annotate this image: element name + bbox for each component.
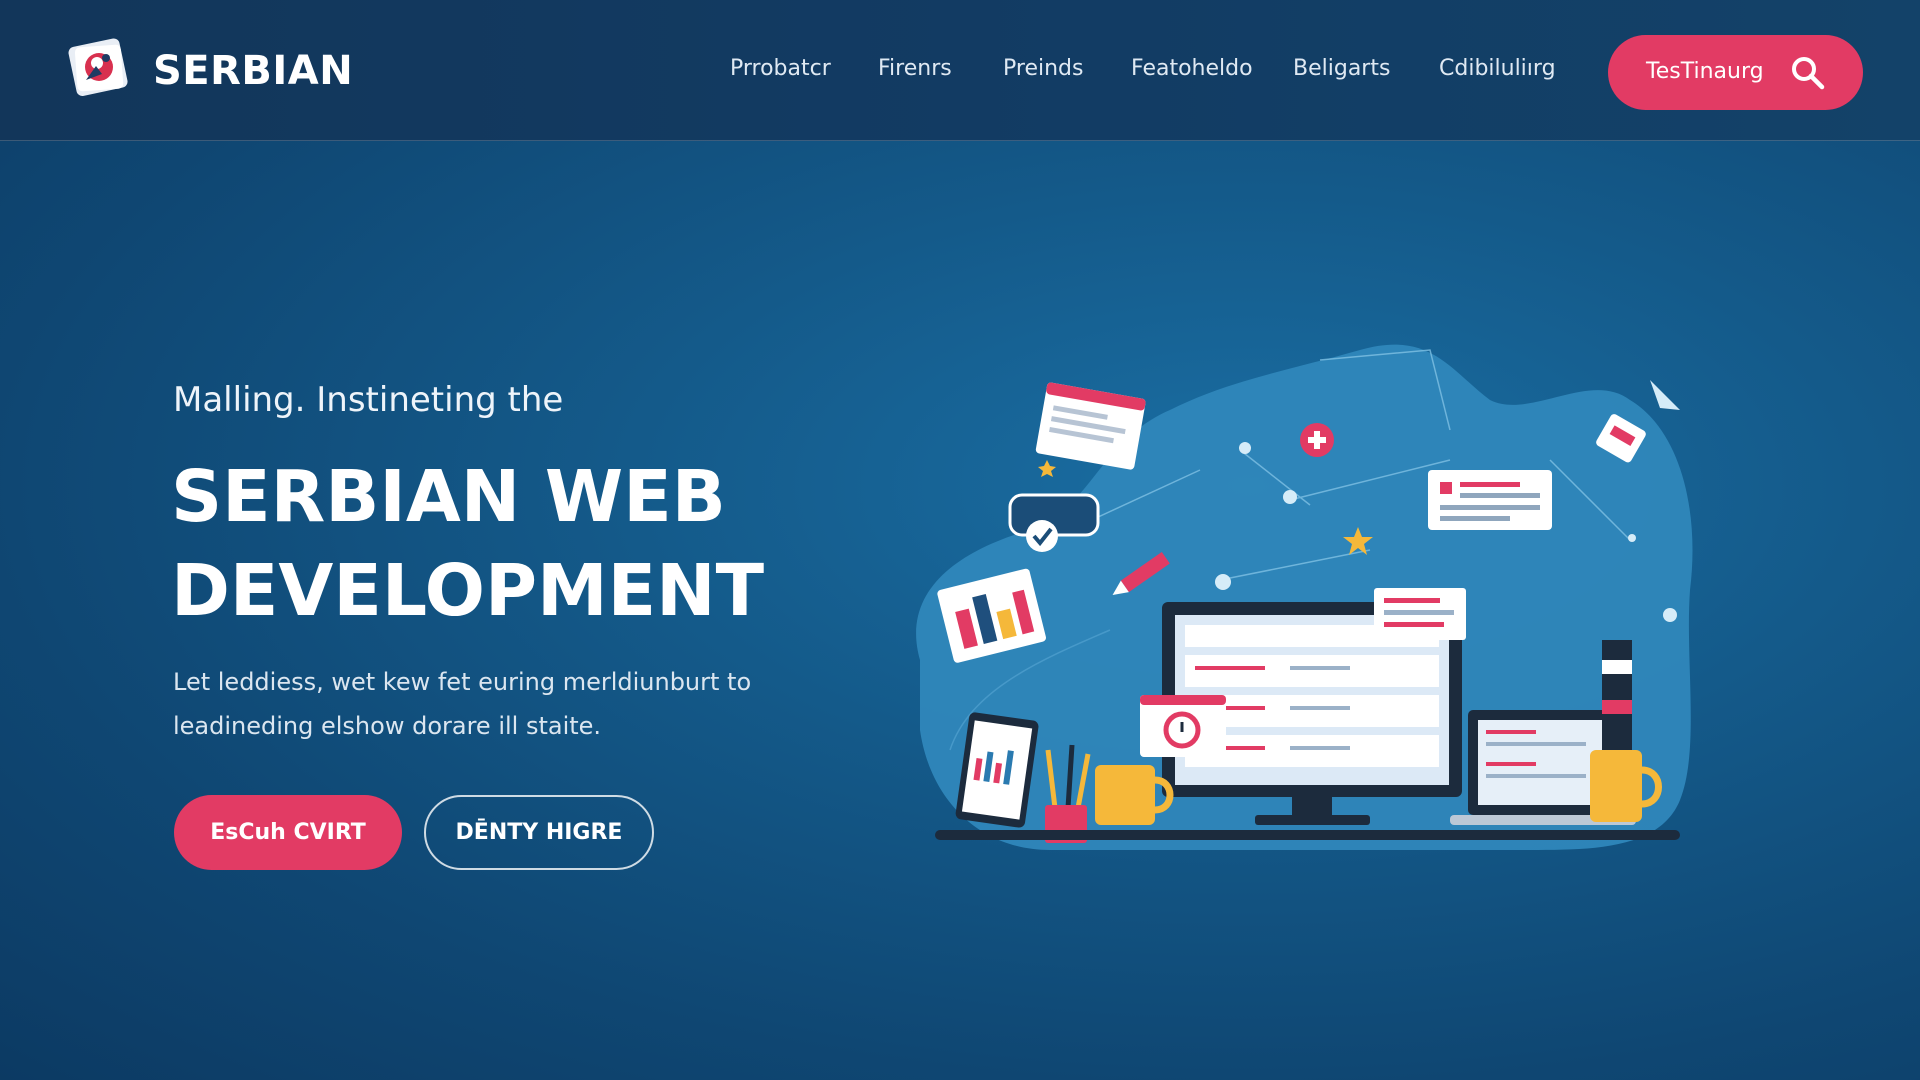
nav-cta-label: TesTinaurg bbox=[1646, 59, 1764, 84]
nav-item-5[interactable]: Beligarts bbox=[1293, 56, 1390, 81]
primary-cta-button[interactable]: EsCuh CVIRT bbox=[174, 795, 402, 870]
nav-item-4[interactable]: Featoheldo bbox=[1131, 56, 1253, 81]
clock-icon bbox=[1140, 695, 1226, 757]
browser-window-icon bbox=[1374, 588, 1466, 640]
hero-illustration bbox=[916, 344, 1693, 850]
hero-kicker: Malling. Instineting the bbox=[173, 380, 564, 420]
star-icon bbox=[1038, 460, 1056, 477]
hero-description: Let leddiess, wet kew fet euring merldiu… bbox=[173, 668, 752, 740]
browser-window-icon bbox=[1428, 470, 1552, 530]
hero-title-line-1: SERBIAN WEB bbox=[171, 455, 726, 538]
nav-item-3[interactable]: Preinds bbox=[1003, 56, 1083, 81]
hero-title: SERBIAN WEB DEVELOPMENT bbox=[171, 450, 811, 638]
nav-item-1[interactable]: Prrobatcr bbox=[730, 56, 831, 81]
tablet-icon bbox=[955, 712, 1039, 828]
plus-icon bbox=[1300, 423, 1334, 457]
paper-plane-icon bbox=[1650, 380, 1680, 410]
nav-item-2[interactable]: Firenrs bbox=[878, 56, 952, 81]
hero-title-line-2: DEVELOPMENT bbox=[171, 549, 764, 632]
top-navigation-bar: SERBIAN Prrobatcr Firenrs Preinds Featoh… bbox=[0, 0, 1920, 141]
nav-cta-button[interactable]: TesTinaurg bbox=[1608, 35, 1863, 110]
search-icon bbox=[1792, 57, 1825, 90]
browser-window-icon bbox=[1035, 382, 1146, 470]
secondary-cta-button[interactable]: DĒNTY HIGRE bbox=[424, 795, 654, 870]
desk bbox=[935, 830, 1680, 840]
nav-item-6[interactable]: Cdibiluliırg bbox=[1439, 56, 1556, 81]
